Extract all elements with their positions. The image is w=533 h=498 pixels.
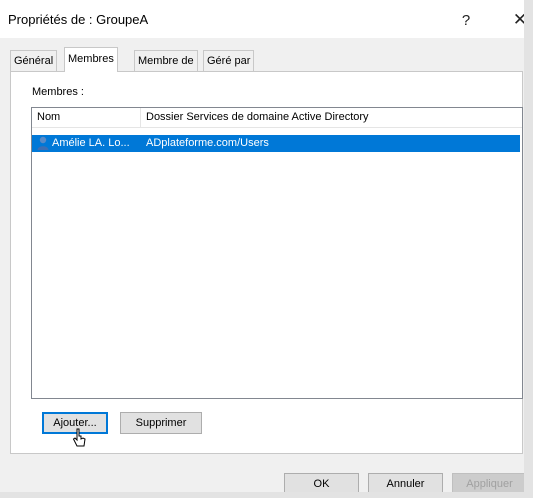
tab-membres[interactable]: Membres: [64, 47, 118, 72]
row-folder: ADplateforme.com/Users: [146, 137, 269, 149]
column-header-nom[interactable]: Nom: [32, 108, 140, 127]
cancel-button[interactable]: Annuler: [368, 473, 443, 495]
title-bar: Propriétés de : GroupeA ? ✕: [0, 0, 533, 38]
members-list[interactable]: Nom Dossier Services de domaine Active D…: [31, 107, 523, 399]
tab-gere-par[interactable]: Géré par: [203, 50, 255, 71]
list-row-selected[interactable]: Amélie LA. Lo... ADplateforme.com/Users: [32, 135, 520, 152]
tab-general[interactable]: Général: [10, 50, 58, 71]
members-label: Membres :: [32, 86, 84, 98]
ok-button[interactable]: OK: [284, 473, 359, 495]
help-button[interactable]: ?: [451, 6, 481, 34]
list-header: Nom Dossier Services de domaine Active D…: [32, 108, 522, 128]
mouse-pointer-icon: [72, 428, 86, 447]
user-icon: [37, 136, 49, 150]
apply-button[interactable]: Appliquer: [452, 473, 527, 495]
tab-membre-de[interactable]: Membre de: [134, 50, 198, 71]
close-button[interactable]: ✕: [505, 6, 533, 34]
remove-button[interactable]: Supprimer: [120, 412, 202, 434]
row-name: Amélie LA. Lo...: [52, 137, 130, 149]
window-title: Propriétés de : GroupeA: [8, 12, 149, 27]
column-header-dossier[interactable]: Dossier Services de domaine Active Direc…: [141, 108, 521, 127]
